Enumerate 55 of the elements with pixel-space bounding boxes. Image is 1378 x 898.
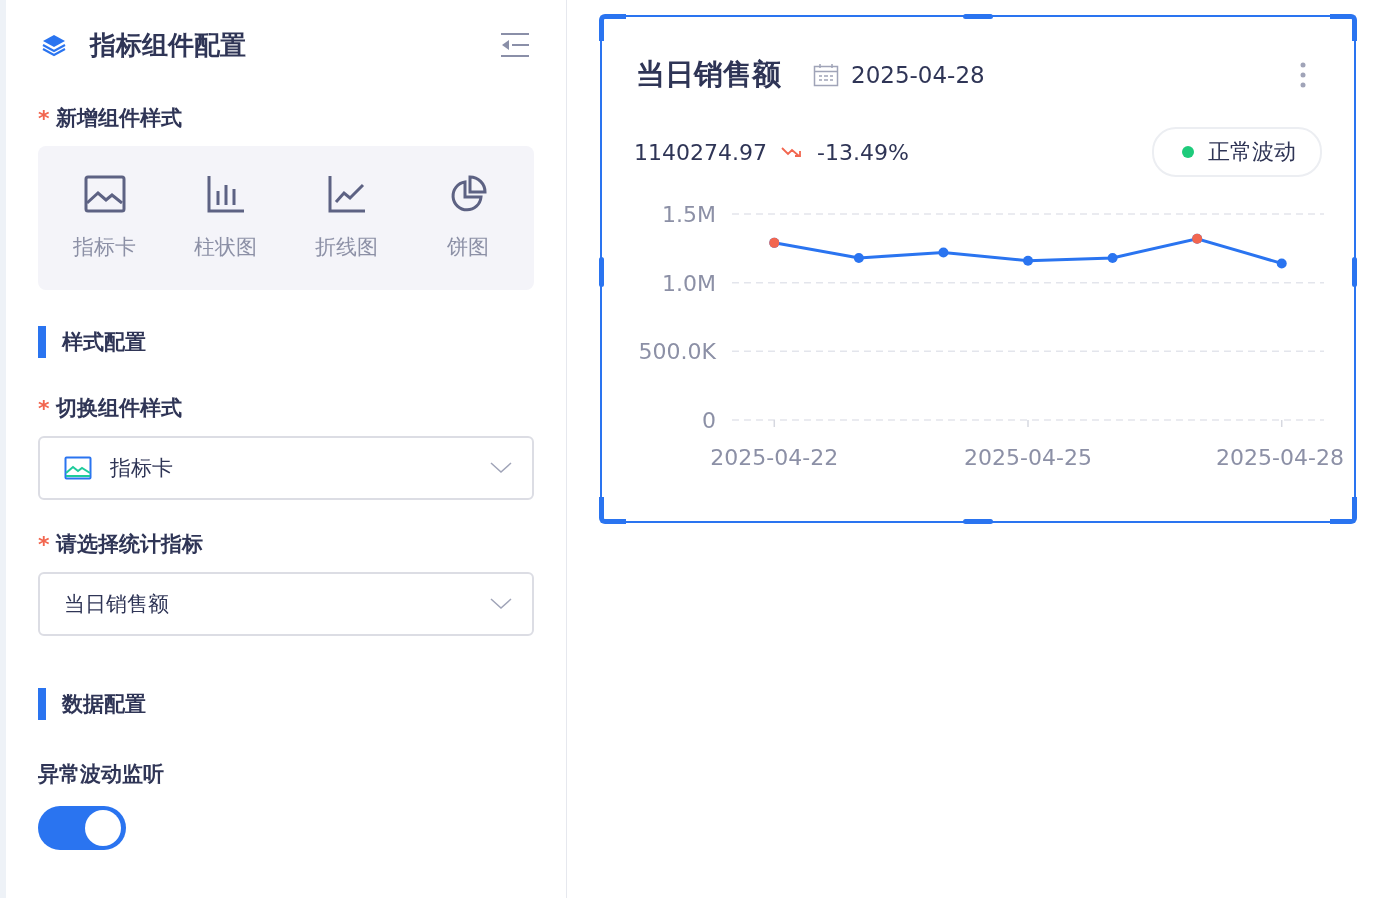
widget-title: 当日销售额 (636, 56, 781, 93)
chevron-down-icon (490, 598, 512, 610)
resize-handle[interactable] (963, 14, 993, 19)
style-option-label[interactable]: 指标卡 (73, 233, 136, 261)
required-mark: * (38, 531, 50, 557)
indicator-card-icon[interactable] (83, 175, 126, 213)
toggle-switch[interactable] (38, 806, 126, 850)
style-option-label[interactable]: 柱状图 (194, 233, 257, 261)
calendar-icon (813, 63, 839, 87)
data-point (1276, 258, 1287, 269)
data-point (1107, 252, 1118, 263)
x-axis-label: 2025-04-22 (710, 445, 839, 470)
chevron-down-icon (490, 462, 512, 474)
panel-title: 指标组件配置 (90, 28, 246, 62)
y-axis-label: 1.0M (662, 270, 716, 296)
field-label: 切换组件样式 (55, 395, 182, 422)
resize-handle[interactable] (1352, 257, 1357, 287)
y-axis-label: 500.0K (638, 339, 716, 365)
data-point (1023, 255, 1033, 266)
data-point (853, 252, 864, 263)
status-badge: 正常波动 (1152, 127, 1322, 177)
metric-select[interactable]: 当日销售额 (38, 572, 534, 636)
resize-handle[interactable] (599, 14, 626, 41)
style-select[interactable]: 指标卡 (38, 436, 534, 500)
chart-widget-card[interactable]: 当日销售额 2025-04-28 1140274.97 -13.49% 正常波动 1.5M 1.0M 500.0K 0 2025-04-22 2025-04-25 2025-04-28 (600, 15, 1356, 523)
y-axis-label: 1.5M (662, 202, 716, 227)
section-title: 样式配置 (62, 329, 146, 356)
collapse-menu-icon[interactable] (500, 31, 530, 59)
section-marker (38, 688, 46, 720)
metric-value: 1140274.97 (634, 139, 767, 165)
resize-handle[interactable] (599, 497, 626, 524)
line-chart-icon[interactable] (327, 175, 366, 213)
section-marker (38, 326, 46, 358)
indicator-card-icon (64, 456, 92, 480)
field-label: 请选择统计指标 (55, 531, 203, 558)
x-axis-label: 2025-04-25 (964, 445, 1092, 470)
resize-handle[interactable] (1330, 14, 1357, 41)
change-percent: -13.49% (816, 139, 909, 165)
resize-handle[interactable] (1330, 497, 1357, 524)
field-label: 新增组件样式 (55, 105, 182, 132)
y-axis-label: 0 (702, 408, 716, 433)
field-label: 异常波动监听 (38, 761, 164, 788)
data-point (938, 247, 949, 258)
x-axis-label: 2025-04-28 (1216, 445, 1344, 470)
style-option-label[interactable]: 饼图 (446, 233, 489, 261)
widget-date: 2025-04-28 (851, 62, 985, 88)
trend-down-icon (780, 146, 803, 158)
more-options-icon[interactable] (1300, 62, 1306, 88)
section-title: 数据配置 (62, 691, 146, 718)
resize-handle[interactable] (963, 519, 993, 524)
required-mark: * (38, 395, 50, 421)
bar-chart-icon[interactable] (206, 175, 245, 213)
resize-handle[interactable] (599, 257, 604, 287)
style-option-label[interactable]: 折线图 (315, 233, 378, 261)
required-mark: * (38, 105, 50, 131)
